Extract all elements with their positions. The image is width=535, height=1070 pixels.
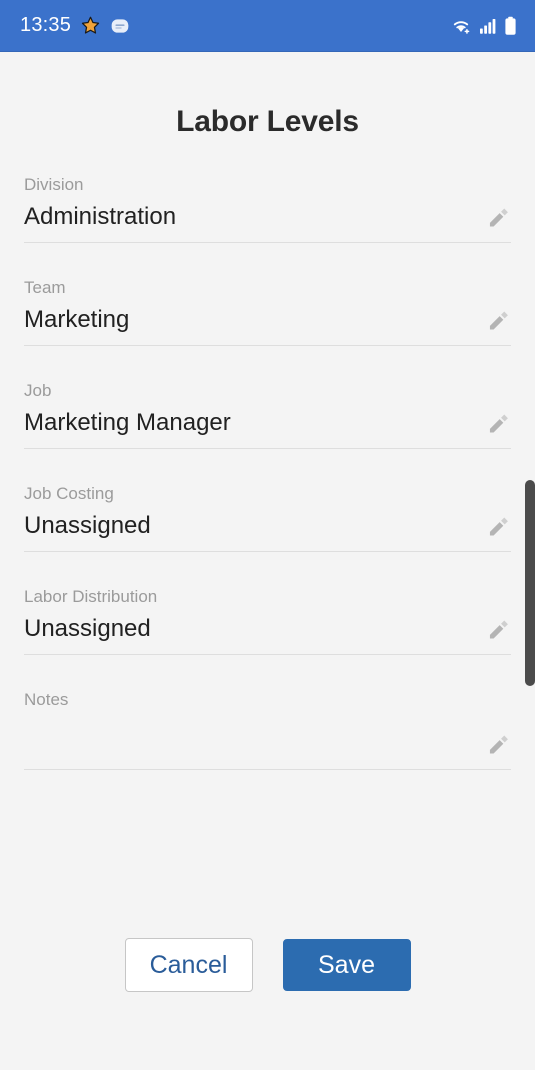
pencil-icon[interactable] [485, 308, 511, 334]
field-row [24, 716, 511, 760]
field-row: Marketing [24, 304, 511, 336]
field-value: Marketing [24, 306, 130, 333]
field-value [24, 728, 485, 760]
field-value: Marketing Manager [24, 409, 231, 436]
field-notes[interactable]: Notes [24, 689, 511, 770]
status-bar: 13:35 [0, 0, 535, 52]
field-value: Unassigned [24, 512, 151, 539]
field-value: Administration [24, 203, 177, 230]
labor-levels-form: Division Administration Team Marketing J… [0, 174, 535, 770]
field-team[interactable]: Team Marketing [24, 277, 511, 346]
field-row: Unassigned [24, 510, 511, 542]
field-label: Notes [24, 690, 69, 709]
cellular-signal-icon [479, 17, 497, 35]
pencil-icon[interactable] [485, 205, 511, 231]
page-title: Labor Levels [176, 105, 359, 138]
pencil-icon[interactable] [485, 732, 511, 758]
status-bar-left: 13:35 [20, 14, 130, 37]
field-labor-distribution[interactable]: Labor Distribution Unassigned [24, 586, 511, 655]
field-job[interactable]: Job Marketing Manager [24, 380, 511, 449]
field-row: Marketing Manager [24, 407, 511, 439]
field-row: Administration [24, 201, 511, 233]
pencil-icon[interactable] [485, 617, 511, 643]
field-label: Division [24, 175, 84, 194]
pencil-icon[interactable] [485, 514, 511, 540]
pencil-icon[interactable] [485, 411, 511, 437]
battery-icon [504, 16, 517, 36]
field-label: Job [24, 381, 52, 400]
save-button[interactable]: Save [282, 939, 411, 991]
status-time: 13:35 [20, 14, 72, 36]
field-job-costing[interactable]: Job Costing Unassigned [24, 483, 511, 552]
wifi-icon [450, 17, 472, 35]
scrollbar-thumb[interactable] [525, 480, 535, 686]
action-bar: Cancel Save [0, 938, 535, 992]
field-division[interactable]: Division Administration [24, 174, 511, 243]
cancel-button[interactable]: Cancel [124, 938, 253, 992]
field-label: Job Costing [24, 484, 114, 503]
field-value: Unassigned [24, 615, 151, 642]
app-badge-icon [110, 16, 130, 36]
field-label: Team [24, 278, 66, 297]
status-bar-right [450, 16, 517, 36]
field-label: Labor Distribution [24, 587, 158, 606]
star-notification-icon [81, 16, 100, 35]
field-row: Unassigned [24, 613, 511, 645]
